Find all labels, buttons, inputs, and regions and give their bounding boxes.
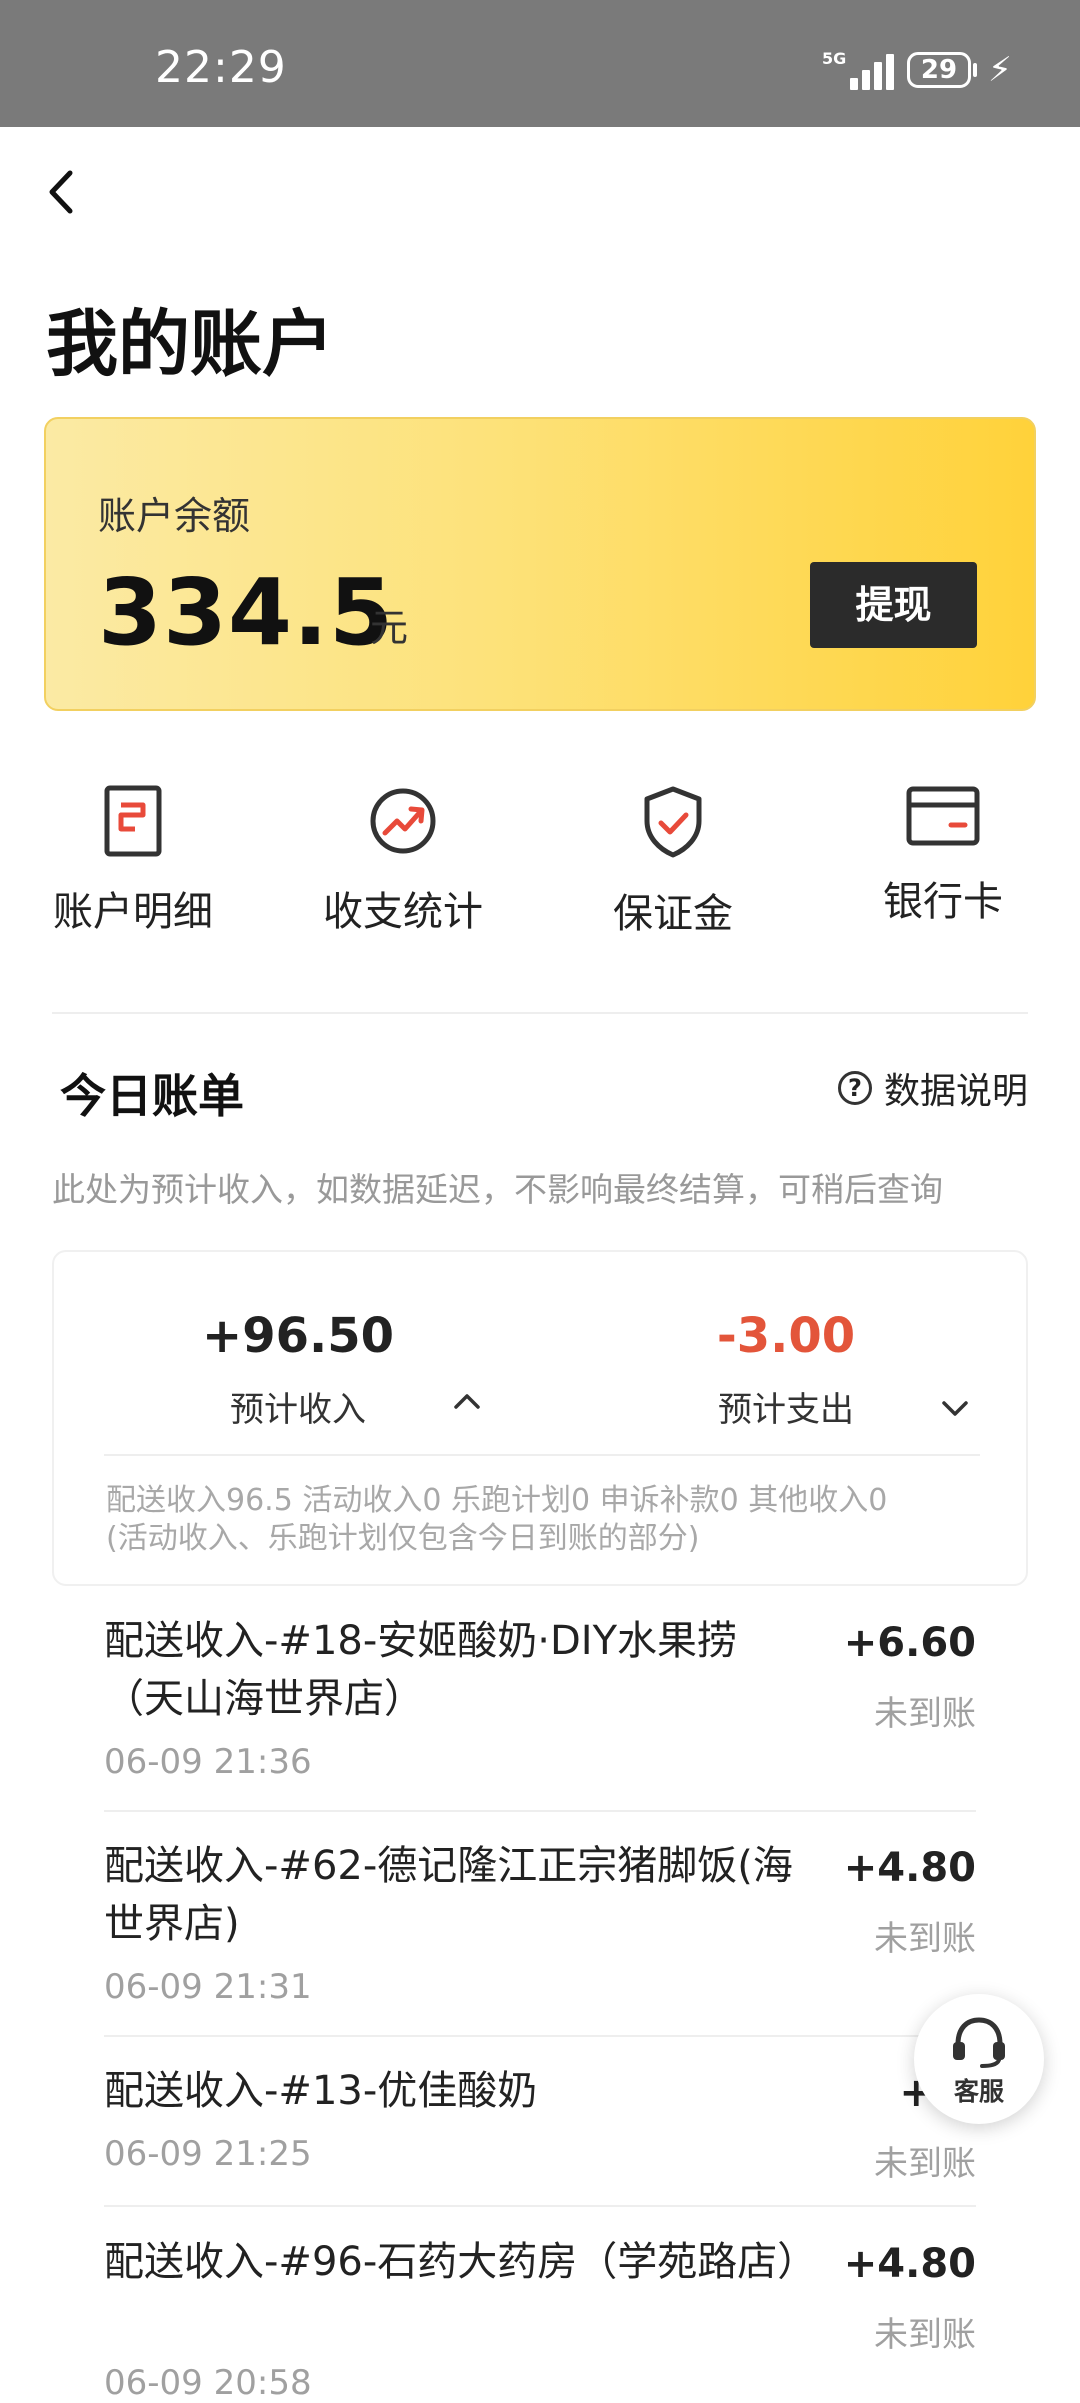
expense-label: 预计支出 <box>718 1390 854 1430</box>
bank-card-icon <box>906 786 980 846</box>
expense-value: -3.00 <box>716 1308 856 1364</box>
transaction-amount: +6.60 <box>843 1620 976 1666</box>
customer-service-button[interactable]: 客服 <box>914 1994 1044 2124</box>
transaction-time: 06-09 21:31 <box>104 1967 312 2007</box>
today-bill-title: 今日账单 <box>60 1069 244 1123</box>
withdraw-button[interactable]: 提现 <box>810 562 977 648</box>
back-button[interactable] <box>40 165 84 219</box>
chevron-left-icon <box>49 170 73 214</box>
battery-tip <box>973 63 977 77</box>
document-icon <box>104 785 162 857</box>
income-label: 预计收入 <box>230 1390 366 1430</box>
income-summary[interactable]: +96.50 预计收入 <box>148 1308 448 1431</box>
transaction-title: 配送收入-#96-石药大药房（学苑路店） <box>104 2239 818 2285</box>
customer-service-label: 客服 <box>953 2077 1004 2106</box>
status-time: 22:29 <box>155 42 287 93</box>
balance-amount: 334.5 <box>98 559 395 666</box>
question-icon: ? <box>837 1071 872 1105</box>
transaction-separator <box>104 2035 976 2037</box>
transaction-time: 06-09 21:25 <box>104 2134 312 2174</box>
network-type: 5G <box>822 49 847 68</box>
transaction-separator <box>104 2205 976 2207</box>
transaction-status: 未到账 <box>874 2315 976 2355</box>
balance-card: 账户余额 334.5 元 提现 <box>44 417 1036 711</box>
shortcut-statistics[interactable]: 收支统计 <box>303 785 503 937</box>
balance-label: 账户余额 <box>98 494 251 538</box>
transaction-item[interactable]: 配送收入-#18-安姬酸奶·DIY水果捞（天山海世界店） 06-09 21:36… <box>104 1612 976 1782</box>
bill-summary-card: +96.50 预计收入 -3.00 预计支出 配送收入96.5 活动收入0 乐跑… <box>52 1250 1028 1586</box>
transaction-title: 配送收入-#62-德记隆江正宗猪脚饭(海世界店) <box>104 1843 793 1947</box>
shortcut-label: 保证金 <box>613 891 733 937</box>
income-breakdown-line: 配送收入96.5 活动收入0 乐跑计划0 申诉补款0 其他收入0 <box>106 1483 888 1518</box>
data-explain-link[interactable]: ? 数据说明 <box>837 1062 1028 1114</box>
expense-summary[interactable]: -3.00 预计支出 <box>636 1308 936 1431</box>
balance-unit: 元 <box>370 606 409 650</box>
transaction-item[interactable]: 配送收入-#13-优佳酸奶 06-09 21:25 +5. 未到账 <box>104 2062 976 2184</box>
transaction-separator <box>104 1810 976 1812</box>
charging-icon: ⚡ <box>988 50 1012 90</box>
shortcut-label: 银行卡 <box>883 879 1003 925</box>
shortcut-bank-card[interactable]: 银行卡 <box>843 785 1043 927</box>
transaction-amount: +4.80 <box>843 1845 976 1891</box>
shield-check-icon <box>644 786 702 858</box>
shortcut-deposit[interactable]: 保证金 <box>573 785 773 939</box>
summary-divider <box>104 1454 980 1456</box>
shortcut-label: 收支统计 <box>323 889 483 935</box>
income-breakdown: 配送收入96.5 活动收入0 乐跑计划0 申诉补款0 其他收入0 (活动收入、乐… <box>106 1482 887 1558</box>
signal-icon <box>850 50 896 90</box>
transaction-item[interactable]: 配送收入-#96-石药大药房（学苑路店） 06-09 20:58 +4.80 未… <box>104 2233 976 2403</box>
transaction-item[interactable]: 配送收入-#62-德记隆江正宗猪脚饭(海世界店) 06-09 21:31 +4.… <box>104 1837 976 2007</box>
section-divider <box>52 1012 1028 1014</box>
trend-chart-icon <box>370 788 436 854</box>
page-title: 我的账户 <box>46 302 335 386</box>
transaction-time: 06-09 21:36 <box>104 1742 312 1782</box>
headset-icon <box>953 2017 1005 2068</box>
transaction-amount: +4.80 <box>843 2241 976 2287</box>
transaction-status: 未到账 <box>874 2144 976 2184</box>
transaction-title: 配送收入-#18-安姬酸奶·DIY水果捞（天山海世界店） <box>104 1618 738 1722</box>
income-value: +96.50 <box>201 1308 395 1364</box>
chevron-up-icon[interactable] <box>450 1390 484 1412</box>
transaction-status: 未到账 <box>874 1919 976 1959</box>
shortcut-account-detail[interactable]: 账户明细 <box>33 785 233 937</box>
transaction-status: 未到账 <box>874 1694 976 1734</box>
shortcut-label: 账户明细 <box>53 889 213 935</box>
bill-note: 此处为预计收入，如数据延迟，不影响最终结算，可稍后查询 <box>52 1170 943 1209</box>
battery-icon: 29 <box>907 52 971 88</box>
transaction-title: 配送收入-#13-优佳酸奶 <box>104 2068 538 2114</box>
data-explain-label: 数据说明 <box>883 1071 1028 1112</box>
income-breakdown-note: (活动收入、乐跑计划仅包含今日到账的部分) <box>106 1521 700 1556</box>
transaction-time: 06-09 20:58 <box>104 2363 312 2403</box>
chevron-down-icon[interactable] <box>938 1398 972 1420</box>
status-bar: 22:29 5G 29 ⚡ <box>0 0 1080 127</box>
